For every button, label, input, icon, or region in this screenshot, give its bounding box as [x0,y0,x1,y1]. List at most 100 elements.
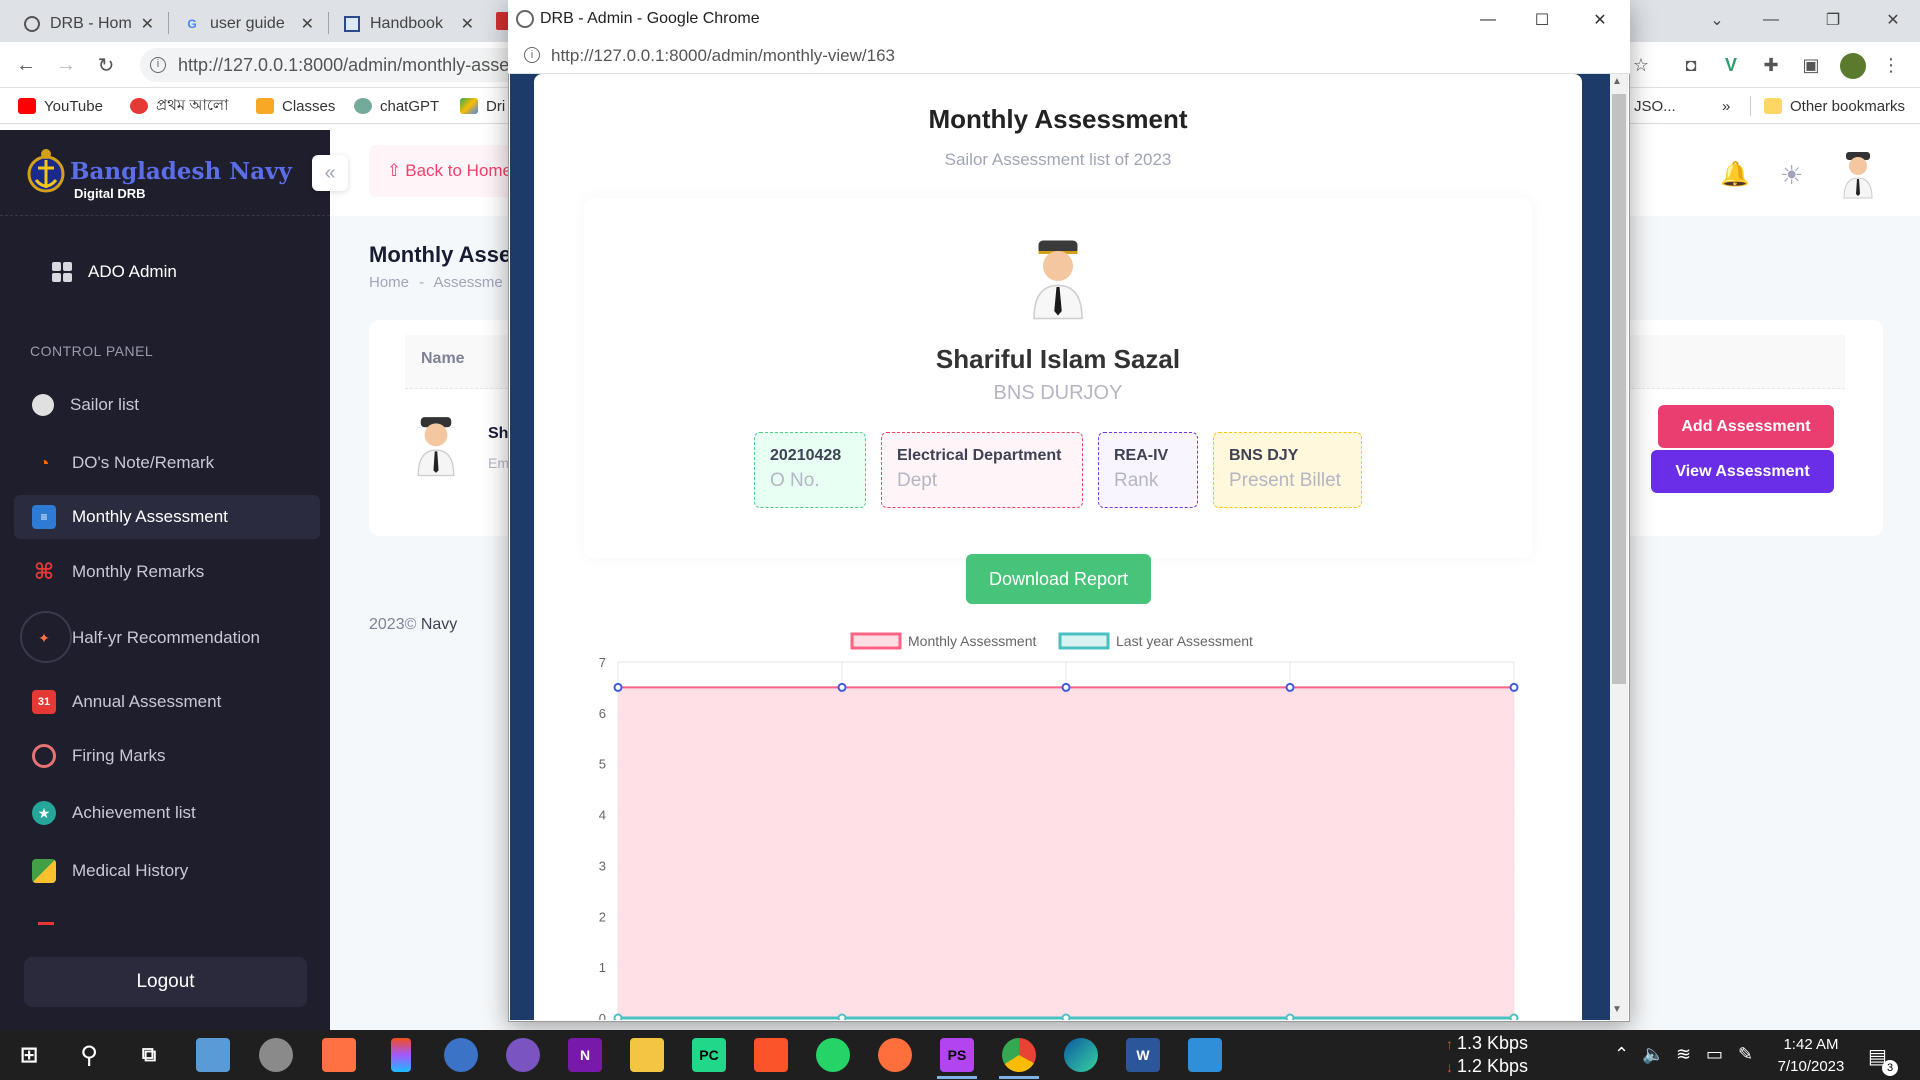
tray-chevron-icon[interactable]: ⌃ [1614,1044,1629,1065]
view-assessment-button[interactable]: View Assessment [1651,450,1834,493]
download-report-button[interactable]: Download Report [966,554,1151,604]
logout-button[interactable]: Logout [24,957,307,1007]
taskbar-app-icon[interactable] [878,1038,912,1072]
breadcrumb: Home - Assessme [369,274,503,291]
file-explorer-icon[interactable] [630,1038,664,1072]
wifi-icon[interactable]: ≋ [1676,1044,1691,1065]
bookmark-chatgpt[interactable]: chatGPT [354,96,439,116]
breadcrumb-home[interactable]: Home [369,274,409,291]
scroll-down-icon[interactable]: ▼ [1612,1004,1622,1015]
taskbar-clock[interactable]: 1:42 AM 7/10/2023 [1766,1034,1856,1078]
footer-org[interactable]: Navy [421,616,457,633]
restore-icon[interactable]: ❐ [1806,0,1860,40]
user-avatar[interactable] [1838,148,1878,200]
theme-sun-icon[interactable]: ☀ [1780,160,1808,190]
camera-icon[interactable]: ◘ [1680,54,1702,76]
sidebar-item-label: Half-yr Recommendation [72,628,261,647]
bookmark-label: chatGPT [380,97,440,115]
popup-close-icon[interactable]: ✕ [1572,0,1628,40]
sidebar-item-monthly-assessment[interactable]: ≡ Monthly Assessment [14,495,320,539]
dept-label: Dept [897,470,938,491]
popup-scroll-thumb[interactable] [1612,94,1626,684]
search-icon[interactable]: ⚲ [72,1038,106,1072]
puzzle-icon[interactable]: ✚ [1760,54,1782,76]
menu-dots-icon[interactable]: ⋮ [1880,54,1902,76]
taskbar-app-icon[interactable] [444,1038,478,1072]
forward-arrow-icon[interactable]: → [52,51,80,79]
battery-icon[interactable]: ▭ [1706,1044,1723,1065]
calendar-icon: 31 [32,690,56,714]
classroom-icon [256,98,274,114]
minimize-icon[interactable]: — [1744,0,1798,40]
bookmark-drive[interactable]: Dri [460,96,505,116]
taskbar-app-icon[interactable] [259,1038,293,1072]
bookmark-json[interactable]: JSO... [1634,96,1676,116]
bookmark-prothom-alo[interactable]: প্রথম আলো [130,96,228,116]
logo-title: Bangladesh Navy [70,158,292,185]
github-icon[interactable] [506,1038,540,1072]
photos-icon[interactable] [1188,1038,1222,1072]
data-point [613,1013,623,1020]
sidebar-item-sailor-list[interactable]: Sailor list [14,383,320,427]
browser-tab[interactable]: DRB - Hom ✕ [14,6,164,42]
sidebar-item-firing-marks[interactable]: Firing Marks [14,734,320,778]
chrome-icon[interactable] [1002,1038,1036,1072]
pycharm-icon[interactable]: PC [692,1038,726,1072]
brave-icon[interactable] [754,1038,788,1072]
sidebar-item-do-note[interactable]: ◔ DO's Note/Remark [14,441,320,485]
profile-avatar[interactable] [1840,53,1866,79]
close-tab-icon[interactable]: ✕ [301,14,314,34]
edge-icon[interactable] [1064,1038,1098,1072]
taskbar-app-icon[interactable] [322,1038,356,1072]
column-header-name[interactable]: Name [421,350,465,368]
bell-icon[interactable]: 🔔 [1720,160,1750,188]
o-no-value: 20210428 [770,447,842,464]
info-icon[interactable]: i [524,47,540,63]
task-view-icon[interactable]: ⧉ [132,1038,166,1072]
row-sailor-name[interactable]: Sh [488,425,508,443]
browser-tab[interactable]: Handbook ✕ [334,6,484,42]
onenote-icon[interactable]: N [568,1038,602,1072]
info-icon[interactable]: i [150,57,166,73]
bookmark-other[interactable]: Other bookmarks [1764,96,1905,116]
vue-extension-icon[interactable]: V [1720,54,1742,76]
volume-icon[interactable]: 🔈 [1642,1044,1664,1065]
add-assessment-button[interactable]: Add Assessment [1658,405,1834,448]
sidebar-user[interactable]: ADO Admin [52,262,177,282]
scroll-up-icon[interactable]: ▲ [1612,76,1622,87]
bookmarks-overflow[interactable]: » [1722,96,1730,116]
popup-minimize-icon[interactable]: — [1460,0,1516,40]
word-icon[interactable]: W [1126,1038,1160,1072]
pen-icon[interactable]: ✎ [1738,1044,1753,1065]
sidebar-item-half-yr[interactable]: ✦ Half-yr Recommendation [14,616,320,660]
y-tick-label: 0 [599,1011,606,1020]
popup-maximize-icon[interactable]: ☐ [1514,0,1570,40]
browser-tab[interactable]: G user guide ✕ [174,6,324,42]
billet-label: Present Billet [1229,470,1341,491]
bookmark-label: YouTube [44,97,103,115]
taskbar-app-icon[interactable] [196,1038,230,1072]
figma-icon[interactable] [391,1038,411,1072]
close-window-icon[interactable]: ✕ [1866,0,1920,40]
reload-icon[interactable]: ↻ [92,51,120,79]
bookmark-youtube[interactable]: YouTube [18,96,103,116]
sidepanel-icon[interactable]: ▣ [1800,54,1822,76]
sidebar-item-achievement[interactable]: ★ Achievement list [14,791,320,835]
data-point [837,682,847,692]
back-to-home-button[interactable]: ⇧ Back to Home [369,145,529,197]
star-icon[interactable]: ☆ [1630,54,1652,76]
whatsapp-icon[interactable] [816,1038,850,1072]
collapse-sidebar-icon[interactable]: « [312,155,348,191]
popup-url[interactable]: http://127.0.0.1:8000/admin/monthly-view… [551,46,895,66]
sidebar-item-monthly-remarks[interactable]: ⌘ Monthly Remarks [14,550,320,594]
sidebar-item-label: Monthly Assessment [72,507,228,526]
windows-start-icon[interactable]: ⊞ [12,1038,46,1072]
close-tab-icon[interactable]: ✕ [141,14,154,34]
back-arrow-icon[interactable]: ← [12,51,40,79]
sidebar-item-annual-assessment[interactable]: 31 Annual Assessment [14,680,320,724]
close-tab-icon[interactable]: ✕ [461,14,474,34]
sidebar-item-medical-history[interactable]: Medical History [14,849,320,893]
bookmark-classes[interactable]: Classes [256,96,335,116]
phpstorm-icon[interactable]: PS [940,1038,974,1072]
tab-search-icon[interactable]: ⌄ [1690,0,1744,40]
